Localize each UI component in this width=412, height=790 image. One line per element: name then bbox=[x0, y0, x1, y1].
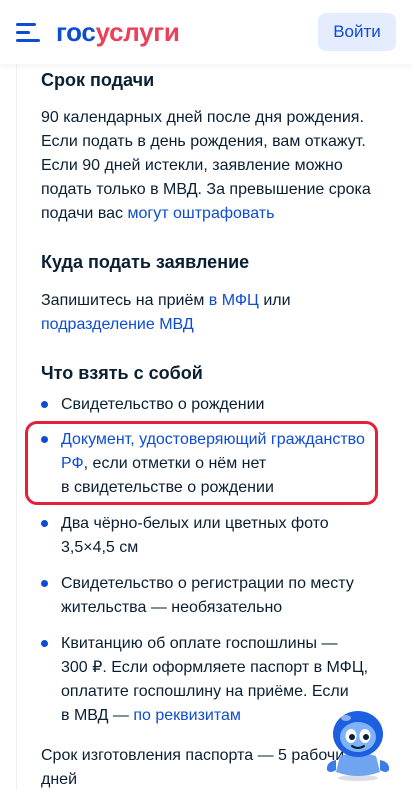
where-line-2: подразделение МВД bbox=[41, 313, 194, 337]
requisites-link[interactable]: по реквизитам bbox=[133, 707, 241, 724]
where-line-1-suffix: или bbox=[258, 292, 291, 309]
citizenship-document-link-end[interactable]: РФ bbox=[61, 455, 84, 472]
deadline-line-2: Если подать в день рождения, вам откажут… bbox=[41, 133, 366, 150]
bring-item-3-line-2: 3,5×4,5 см bbox=[61, 539, 139, 556]
bullet-dot bbox=[41, 640, 48, 647]
bring-item-5-line-2: 300 ₽. Если оформляете паспорт в МФЦ, bbox=[61, 659, 369, 676]
login-button[interactable]: Войти bbox=[318, 13, 396, 51]
deadline-title: Срок подачи bbox=[41, 70, 155, 90]
where-line-1: Запишитесь на приём в МФЦ или bbox=[41, 289, 291, 313]
bullet-dot bbox=[41, 436, 48, 443]
production-time-line-1: Срок изготовления паспорта — 5 рабочих bbox=[41, 747, 353, 764]
bring-item-5-line-4: в МВД — по реквизитам bbox=[61, 704, 241, 728]
content-card: Срок подачи 90 календарных дней после дн… bbox=[16, 64, 396, 790]
bullet-dot bbox=[41, 520, 48, 527]
bring-item-5-line-3: оплатите госпошлину на приёме. Если bbox=[61, 683, 349, 700]
deadline-line-1: 90 календарных дней после дня рождения. bbox=[41, 109, 364, 126]
bring-title: Что взять с собой bbox=[41, 363, 203, 383]
content-card-viewport: Срок подачи 90 календарных дней после дн… bbox=[16, 64, 396, 790]
bring-item-5-text: в МВД — bbox=[61, 707, 134, 724]
menu-icon[interactable] bbox=[16, 23, 40, 43]
bring-item-2-line-2: РФ, если отметки о нём нет bbox=[61, 452, 266, 476]
bring-item-4-line-1: Свидетельство о регистрации по месту bbox=[61, 575, 354, 592]
where-title: Куда подать заявление bbox=[41, 252, 250, 272]
bring-item-2-line-3: в свидетельстве о рождении bbox=[61, 479, 274, 496]
citizenship-document-link[interactable]: Документ, удостоверяющий гражданство bbox=[61, 431, 365, 448]
production-time-line-2: дней bbox=[41, 771, 78, 788]
bring-item-1: Свидетельство о рождении bbox=[61, 396, 265, 413]
deadline-line-3: Если 90 дней истекли, заявление можно bbox=[41, 157, 343, 174]
gosuslugi-logo[interactable]: госуслуги bbox=[56, 15, 180, 49]
bring-item-4-line-2: жительства — необязательно bbox=[61, 599, 283, 616]
bring-item-2-text: , если отметки о нём нет bbox=[83, 455, 267, 472]
header: госуслуги Войти bbox=[0, 0, 412, 64]
deadline-line-5: подачи вас могут оштрафовать bbox=[41, 202, 274, 226]
deadline-line-5-text: подачи вас bbox=[41, 205, 128, 222]
mfc-link[interactable]: в МФЦ bbox=[209, 292, 259, 309]
fine-link[interactable]: могут оштрафовать bbox=[127, 205, 274, 222]
bullet-dot bbox=[41, 580, 48, 587]
bring-item-2-line-1: Документ, удостоверяющий гражданство bbox=[61, 428, 365, 452]
bring-item-5-line-1: Квитанцию об оплате госпошлины — bbox=[61, 635, 338, 652]
bullet-dot bbox=[41, 401, 48, 408]
where-line-1-text: Запишитесь на приём bbox=[41, 292, 209, 309]
mvd-link[interactable]: подразделение МВД bbox=[41, 316, 194, 333]
robot-assistant-icon[interactable] bbox=[324, 706, 392, 782]
deadline-line-4: подать только в МВД. За превышение срока bbox=[41, 181, 371, 198]
bring-item-3-line-1: Два чёрно-белых или цветных фото bbox=[61, 515, 329, 532]
